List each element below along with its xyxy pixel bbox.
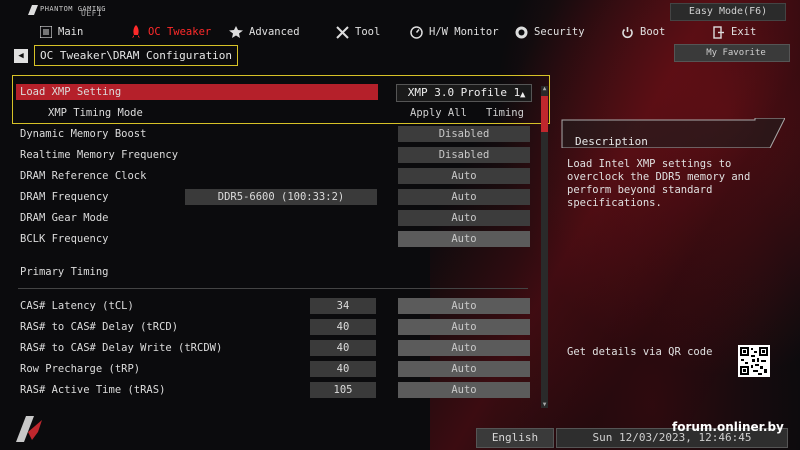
current-value: 40 — [310, 361, 376, 377]
scrollbar-thumb[interactable] — [541, 96, 548, 132]
setting-label: BCLK Frequency — [20, 233, 109, 245]
setting-value[interactable]: Auto — [398, 210, 530, 226]
current-value: 40 — [310, 340, 376, 356]
current-frequency-readout: DDR5-6600 (100:33:2) — [185, 189, 377, 205]
setting-label: DRAM Reference Clock — [20, 170, 147, 182]
setting-value[interactable]: Auto — [398, 189, 530, 205]
rocket-icon — [132, 25, 140, 38]
qr-caption: Get details via QR code — [567, 346, 713, 358]
setting-value[interactable]: Auto — [398, 340, 530, 356]
qr-code-icon — [738, 345, 770, 377]
tab-hw-monitor[interactable]: H/W Monitor — [410, 24, 499, 40]
setting-value[interactable]: Auto — [398, 382, 530, 398]
mouse-cursor-icon: ▲ — [520, 90, 526, 100]
tab-main-label: Main — [58, 26, 84, 38]
tab-security[interactable]: Security — [515, 24, 585, 40]
setting-ref-clock[interactable]: DRAM Reference Clock Auto — [14, 166, 546, 186]
setting-value[interactable]: Auto — [398, 231, 530, 247]
watermark: forum.onliner.by — [672, 420, 784, 434]
load-xmp-value[interactable]: XMP 3.0 Profile 1 — [396, 84, 532, 102]
tools-icon — [336, 25, 349, 39]
section-divider — [18, 288, 528, 289]
timing-trcd[interactable]: RAS# to CAS# Delay (tRCD) 40 Auto — [14, 317, 546, 337]
tab-advanced[interactable]: Advanced — [229, 24, 300, 40]
setting-label: Dynamic Memory Boost — [20, 128, 147, 140]
setting-label: Realtime Memory Frequency — [20, 149, 179, 161]
back-arrow-icon[interactable]: ◀ — [14, 48, 28, 63]
my-favorite-label: My Favorite — [706, 48, 766, 58]
description-title: Description — [575, 135, 648, 148]
xmp-timing-apply-all[interactable]: Apply All — [410, 107, 467, 119]
current-value: 105 — [310, 382, 376, 398]
shield-icon — [515, 26, 528, 38]
phantom-gaming-emblem-icon — [16, 416, 42, 442]
tab-oc-tweaker[interactable]: OC Tweaker — [130, 24, 211, 40]
timing-tras[interactable]: RAS# Active Time (tRAS) 105 Auto — [14, 380, 546, 400]
section-title-primary-timing: Primary Timing — [20, 266, 109, 278]
scroll-down-icon[interactable]: ▼ — [541, 402, 548, 408]
tab-main[interactable]: Main — [40, 24, 83, 40]
monitor-icon — [410, 25, 423, 39]
current-value: 40 — [310, 319, 376, 335]
breadcrumb: ◀ OC Tweaker\DRAM Configuration — [14, 45, 239, 66]
setting-value[interactable]: Auto — [398, 298, 530, 314]
setting-value[interactable]: Auto — [398, 361, 530, 377]
star-icon — [229, 26, 243, 38]
tab-security-label: Security — [534, 26, 585, 38]
setting-label: RAS# to CAS# Delay (tRCD) — [20, 321, 179, 333]
setting-value[interactable]: Disabled — [398, 126, 530, 142]
setting-label: Load XMP Setting — [20, 86, 122, 98]
setting-label: DRAM Gear Mode — [20, 212, 109, 224]
brand-logo: PHANTOM GAMING UEFI — [28, 5, 106, 18]
setting-label: RAS# to CAS# Delay Write (tRCDW) — [20, 342, 223, 354]
setting-gear-mode[interactable]: DRAM Gear Mode Auto — [14, 208, 546, 228]
setting-bclk[interactable]: BCLK Frequency Auto — [14, 229, 546, 249]
setting-label: DRAM Frequency — [20, 191, 109, 203]
tab-advanced-label: Advanced — [249, 26, 300, 38]
tab-hw-monitor-label: H/W Monitor — [429, 26, 499, 38]
setting-dynamic-boost[interactable]: Dynamic Memory Boost Disabled — [14, 124, 546, 144]
tab-oc-tweaker-label: OC Tweaker — [148, 26, 212, 38]
timing-trcdw[interactable]: RAS# to CAS# Delay Write (tRCDW) 40 Auto — [14, 338, 546, 358]
setting-xmp-timing[interactable]: XMP Timing Mode Apply All Timing — [14, 103, 546, 123]
setting-realtime-freq[interactable]: Realtime Memory Frequency Disabled — [14, 145, 546, 165]
setting-dram-frequency[interactable]: DRAM Frequency DDR5-6600 (100:33:2) Auto — [14, 187, 546, 207]
setting-value[interactable]: Disabled — [398, 147, 530, 163]
setting-value[interactable]: Auto — [398, 168, 530, 184]
exit-icon — [713, 25, 724, 39]
timing-trp[interactable]: Row Precharge (tRP) 40 Auto — [14, 359, 546, 379]
setting-label: CAS# Latency (tCL) — [20, 300, 134, 312]
easy-mode-button[interactable]: Easy Mode(F6) — [670, 3, 786, 21]
breadcrumb-path: OC Tweaker\DRAM Configuration — [34, 45, 239, 66]
setting-label: RAS# Active Time (tRAS) — [20, 384, 166, 396]
tab-tool[interactable]: Tool — [336, 24, 380, 40]
current-value: 34 — [310, 298, 376, 314]
scroll-up-icon[interactable]: ▲ — [541, 86, 548, 92]
power-icon — [622, 26, 633, 38]
timing-cas-latency[interactable]: CAS# Latency (tCL) 34 Auto — [14, 296, 546, 316]
scrollbar[interactable]: ▲ ▼ — [541, 86, 548, 408]
setting-label: XMP Timing Mode — [48, 107, 143, 119]
setting-label: Row Precharge (tRP) — [20, 363, 141, 375]
setting-value[interactable]: Auto — [398, 319, 530, 335]
tab-boot-label: Boot — [640, 26, 666, 38]
top-bar: PHANTOM GAMING UEFI Easy Mode(F6) Main O… — [0, 0, 800, 46]
tab-exit-label: Exit — [731, 26, 757, 38]
tab-exit[interactable]: Exit — [712, 24, 756, 40]
my-favorite-button[interactable]: My Favorite — [674, 44, 790, 62]
phantom-gaming-logo-icon — [28, 5, 38, 15]
logo-uefi: UEFI — [81, 9, 103, 18]
menu-icon — [40, 26, 52, 38]
tab-boot[interactable]: Boot — [621, 24, 665, 40]
language-selector[interactable]: English — [476, 428, 554, 448]
tab-tool-label: Tool — [355, 26, 381, 38]
xmp-timing-timing[interactable]: Timing — [486, 107, 524, 119]
description-text: Load Intel XMP settings to overclock the… — [567, 158, 751, 209]
